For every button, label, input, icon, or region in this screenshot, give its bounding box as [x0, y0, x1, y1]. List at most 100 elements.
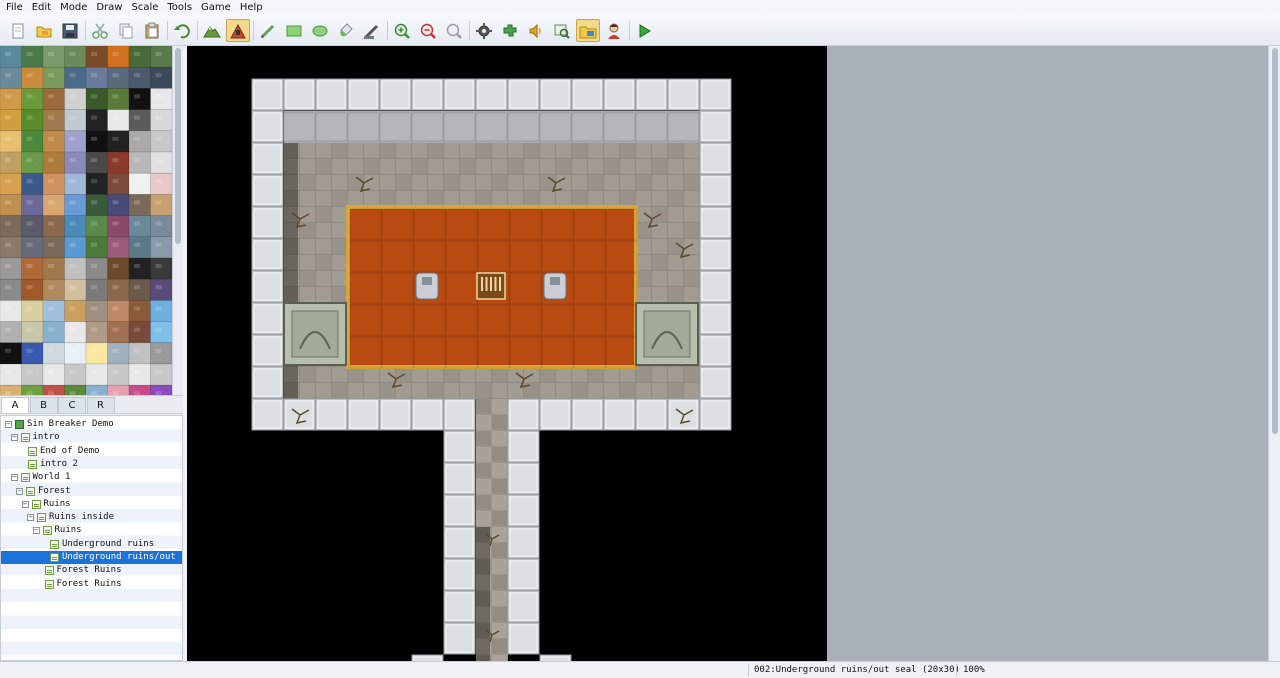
tree-collapse-toggle[interactable]: −	[10, 434, 18, 442]
palette-tile[interactable]	[128, 278, 151, 301]
palette-tile[interactable]	[107, 342, 130, 365]
palette-tile[interactable]	[42, 194, 65, 216]
palette-tile[interactable]	[150, 342, 173, 365]
palette-tile[interactable]	[107, 130, 130, 153]
palette-tile[interactable]	[64, 66, 87, 89]
palette-tile[interactable]	[107, 278, 130, 301]
map-mode-button[interactable]	[200, 19, 224, 42]
palette-tile[interactable]	[85, 278, 108, 301]
palette-tile[interactable]	[0, 215, 22, 238]
tree-item[interactable]: Underground ruins	[1, 538, 182, 551]
map-view[interactable]	[187, 46, 827, 661]
menu-draw[interactable]: Draw	[96, 2, 122, 13]
palette-tile[interactable]	[85, 363, 108, 386]
paste-button[interactable]	[140, 19, 164, 42]
tree-collapse-toggle[interactable]: −	[10, 474, 18, 482]
palette-tile[interactable]	[21, 342, 44, 365]
palette-tile[interactable]	[128, 151, 151, 174]
palette-tile[interactable]	[107, 172, 130, 195]
palette-tab-c[interactable]: C	[58, 397, 86, 413]
map-vertical-scrollbar[interactable]	[1268, 46, 1280, 661]
palette-tile[interactable]	[150, 88, 173, 110]
sound-test-button[interactable]	[524, 19, 548, 42]
palette-tile[interactable]	[21, 109, 44, 132]
palette-tile[interactable]	[21, 278, 44, 301]
palette-tile[interactable]	[150, 278, 173, 301]
palette-tile[interactable]	[42, 130, 65, 153]
palette-tile[interactable]	[107, 151, 130, 174]
cut-button[interactable]	[88, 19, 112, 42]
palette-tile[interactable]	[85, 66, 108, 89]
palette-tile[interactable]	[85, 300, 108, 322]
event-search-button[interactable]	[550, 19, 574, 42]
tree-item[interactable]: End of Demo	[1, 445, 182, 458]
palette-tile[interactable]	[0, 88, 22, 110]
tile-palette-scrollbar[interactable]	[172, 46, 183, 395]
palette-tile[interactable]	[64, 151, 87, 174]
tree-item[interactable]: − Ruins	[1, 524, 182, 537]
palette-tile[interactable]	[0, 66, 22, 89]
palette-tile[interactable]	[21, 172, 44, 195]
palette-tile[interactable]	[42, 109, 65, 132]
ellipse-button[interactable]	[308, 19, 332, 42]
palette-tile[interactable]	[150, 300, 173, 322]
plugin-manager-button[interactable]	[498, 19, 522, 42]
palette-tile[interactable]	[85, 151, 108, 174]
palette-tile[interactable]	[0, 321, 22, 344]
palette-tile[interactable]	[107, 194, 130, 216]
palette-tile[interactable]	[64, 88, 87, 110]
palette-tile[interactable]	[42, 236, 65, 259]
palette-tile[interactable]	[21, 151, 44, 174]
actual-size-button[interactable]	[442, 19, 466, 42]
palette-tile[interactable]	[42, 172, 65, 195]
palette-tile[interactable]	[85, 321, 108, 344]
database-button[interactable]	[472, 19, 496, 42]
zoom-out-button[interactable]	[416, 19, 440, 42]
palette-tile[interactable]	[107, 109, 130, 132]
shadow-pen-button[interactable]	[360, 19, 384, 42]
palette-tile[interactable]	[150, 151, 173, 174]
menu-edit[interactable]: Edit	[32, 2, 51, 13]
palette-tile[interactable]	[150, 236, 173, 259]
palette-tile[interactable]	[64, 342, 87, 365]
palette-tile[interactable]	[85, 342, 108, 365]
palette-tile[interactable]	[64, 257, 87, 280]
palette-tile[interactable]	[0, 172, 22, 195]
tree-item[interactable]: − Ruins	[1, 498, 182, 511]
palette-tile[interactable]	[42, 151, 65, 174]
palette-tile[interactable]	[128, 342, 151, 365]
palette-tile[interactable]	[64, 363, 87, 386]
tree-item[interactable]: − Sin Breaker Demo	[1, 418, 182, 431]
palette-tile[interactable]	[128, 215, 151, 238]
palette-tile[interactable]	[0, 109, 22, 132]
palette-tile[interactable]	[128, 363, 151, 386]
palette-tile[interactable]	[107, 363, 130, 386]
palette-tile[interactable]	[107, 46, 130, 68]
palette-tile[interactable]	[0, 257, 22, 280]
tree-item[interactable]: − Forest	[1, 485, 182, 498]
palette-tile[interactable]	[42, 257, 65, 280]
palette-tile[interactable]	[64, 321, 87, 344]
palette-tile[interactable]	[85, 88, 108, 110]
palette-tile[interactable]	[42, 278, 65, 301]
palette-tile[interactable]	[42, 342, 65, 365]
palette-tile[interactable]	[0, 130, 22, 153]
palette-tile[interactable]	[85, 194, 108, 216]
palette-tile[interactable]	[42, 46, 65, 68]
tree-item[interactable]: Forest Ruins	[1, 564, 182, 577]
palette-tile[interactable]	[85, 257, 108, 280]
map-canvas[interactable]	[187, 46, 827, 661]
menu-file[interactable]: File	[6, 2, 23, 13]
palette-tile[interactable]	[107, 321, 130, 344]
palette-tile[interactable]	[42, 88, 65, 110]
palette-tab-b[interactable]: B	[29, 397, 58, 413]
tree-item[interactable]: − Ruins inside	[1, 511, 182, 524]
palette-tile[interactable]	[64, 194, 87, 216]
tree-item[interactable]: − World 1	[1, 471, 182, 484]
palette-tile[interactable]	[150, 109, 173, 132]
palette-tile[interactable]	[85, 130, 108, 153]
palette-tile[interactable]	[150, 194, 173, 216]
palette-tile[interactable]	[150, 363, 173, 386]
palette-tile[interactable]	[0, 236, 22, 259]
palette-tile[interactable]	[21, 88, 44, 110]
